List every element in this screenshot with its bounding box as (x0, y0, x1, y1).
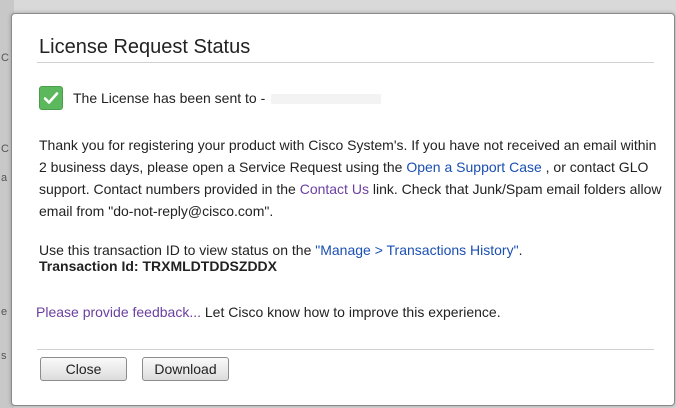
open-support-case-link[interactable]: Open a Support Case (406, 159, 541, 175)
contact-us-link[interactable]: Contact Us (300, 181, 369, 197)
close-button[interactable]: Close (40, 357, 127, 381)
feedback-text: Let Cisco know how to improve this exper… (201, 304, 501, 320)
instructions-paragraph: Thank you for registering your product w… (39, 134, 664, 222)
background-text: C (1, 143, 9, 155)
sent-message: The License has been sent to - (73, 90, 382, 106)
background-text: C (1, 52, 9, 64)
background-text: e (1, 306, 8, 318)
feedback-line: Please provide feedback... Let Cisco kno… (36, 304, 501, 320)
transaction-info: Use this transaction ID to view status o… (39, 242, 664, 274)
checkmark-icon (39, 86, 63, 110)
background-text: s (1, 350, 7, 362)
redacted-email (271, 94, 382, 105)
sent-message-text: The License has been sent to - (73, 90, 266, 106)
download-button[interactable]: Download (142, 357, 229, 381)
transactions-history-link[interactable]: "Manage > Transactions History" (315, 242, 518, 258)
transaction-text: Use this transaction ID to view status o… (39, 242, 316, 258)
feedback-link[interactable]: Please provide feedback... (36, 304, 201, 320)
license-status-dialog: License Request Status The License has b… (11, 13, 675, 406)
title-divider (37, 62, 654, 63)
background-text: a (1, 172, 8, 184)
footer-divider (37, 349, 654, 350)
dialog-title: License Request Status (39, 36, 251, 58)
transaction-id: Transaction Id: TRXMLDTDDSZDDX (39, 258, 278, 274)
transaction-text: . (518, 242, 523, 258)
